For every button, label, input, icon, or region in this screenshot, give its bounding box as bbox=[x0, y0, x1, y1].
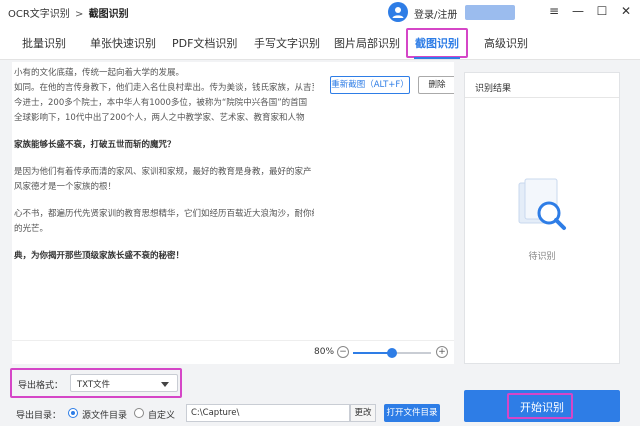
preview-image-text: 小有的文化底蕴，传统一起向着大学的发展。如同。在他的言传身教下，他们走入名仕良村… bbox=[14, 66, 314, 264]
radio-source-directory-label[interactable]: 源文件目录 bbox=[82, 408, 127, 421]
tab-advanced[interactable]: 高级识别 bbox=[484, 35, 528, 51]
tab-single-quick[interactable]: 单张快速识别 bbox=[90, 35, 156, 51]
tab-handwriting[interactable]: 手写文字识别 bbox=[254, 35, 320, 51]
active-tab-underline bbox=[414, 57, 460, 59]
preview-line: 全球影响下，10代中出了200个人，两人之中教学家、艺术家、教育家和人物 bbox=[14, 113, 305, 123]
mode-tabs: 批量识别 单张快速识别 PDF文档识别 手写文字识别 图片局部识别 截图识别 高… bbox=[0, 24, 640, 60]
main-area: 小有的文化底蕴，传统一起向着大学的发展。如同。在他的言传身教下，他们走入名仕良村… bbox=[0, 60, 640, 426]
radio-custom-directory-label[interactable]: 自定义 bbox=[148, 408, 175, 421]
export-path-input[interactable] bbox=[186, 404, 350, 422]
result-title: 识别结果 bbox=[475, 84, 512, 94]
zoom-bar: 80% − + bbox=[12, 340, 454, 364]
preview-line: 家族能够长盛不衰，打破五世而斩的魔咒？ bbox=[14, 140, 176, 150]
open-folder-button[interactable]: 打开文件目录 bbox=[384, 404, 440, 422]
result-status: 待识别 bbox=[528, 252, 556, 262]
preview-line: 是因为他们有着传承而清的家风、家训和家规，最好的教育是身教，最好的家产 bbox=[14, 167, 312, 177]
export-directory-label: 导出目录： bbox=[16, 411, 62, 421]
title-bar: OCR文字识别 > 截图识别 登录/注册 ≡ — ☐ ✕ bbox=[0, 0, 640, 24]
login-register-link[interactable]: 登录/注册 bbox=[414, 6, 457, 21]
breadcrumb-separator: > bbox=[75, 9, 84, 20]
app-title: OCR文字识别 bbox=[8, 9, 70, 20]
export-directory-row: 导出目录： 源文件目录 自定义 更改 打开文件目录 bbox=[16, 404, 446, 422]
preview-line: 风家德才是一个家族的根！ bbox=[14, 182, 117, 192]
tab-pdf[interactable]: PDF文档识别 bbox=[172, 35, 237, 51]
radio-source-directory[interactable] bbox=[68, 408, 78, 418]
vip-badge[interactable] bbox=[465, 5, 515, 20]
menu-icon[interactable]: ≡ bbox=[546, 3, 562, 19]
delete-button[interactable]: 删除 bbox=[418, 76, 454, 94]
tab-image-region[interactable]: 图片局部识别 bbox=[334, 35, 400, 51]
preview-line: 心不书，都遍历代先贤家训的教育思想精华，它们如经历百载近大浪淘沙，耐你终 bbox=[14, 209, 314, 219]
tab-highlight-box bbox=[406, 28, 468, 58]
result-panel: 识别结果 待识别 bbox=[464, 72, 620, 364]
preview-line: 今进士，200多个院士，本中华人有1000多位，被称为“院院中兴各国”的首国 bbox=[14, 98, 308, 108]
change-directory-button[interactable]: 更改 bbox=[350, 404, 376, 422]
preview-line-gap bbox=[14, 153, 314, 165]
export-format-select[interactable]: TXT文件 bbox=[70, 374, 178, 392]
zoom-out-icon[interactable]: − bbox=[337, 346, 349, 358]
preview-line: 小有的文化底蕴，传统一起向着大学的发展。 bbox=[14, 68, 185, 78]
zoom-percent: 80% bbox=[314, 347, 335, 357]
maximize-icon[interactable]: ☐ bbox=[594, 3, 610, 19]
export-format-value: TXT文件 bbox=[77, 380, 111, 390]
user-avatar-icon[interactable] bbox=[388, 2, 408, 22]
minimize-icon[interactable]: — bbox=[570, 3, 586, 19]
export-format-row: 导出格式： TXT文件 bbox=[10, 368, 182, 398]
zoom-in-icon[interactable]: + bbox=[436, 346, 448, 358]
preview-line-gap bbox=[14, 126, 314, 138]
close-icon[interactable]: ✕ bbox=[618, 3, 634, 19]
export-format-label: 导出格式： bbox=[18, 381, 64, 391]
radio-custom-directory[interactable] bbox=[134, 408, 144, 418]
result-divider bbox=[465, 97, 619, 98]
breadcrumb: OCR文字识别 > 截图识别 bbox=[8, 5, 129, 20]
preview-line: 典，为你揭开那些顶级家族长盛不衰的秘密！ bbox=[14, 251, 185, 261]
preview-line-gap bbox=[14, 195, 314, 207]
tab-batch[interactable]: 批量识别 bbox=[22, 35, 66, 51]
chevron-down-icon bbox=[161, 382, 169, 387]
zoom-slider-thumb[interactable] bbox=[387, 348, 397, 358]
window-controls: ≡ — ☐ ✕ bbox=[546, 3, 634, 19]
preview-line: 如同。在他的言传身教下，他们走入名仕良村辈出。传为美谈，钱氏家族，从吉至 bbox=[14, 83, 314, 93]
preview-line-gap bbox=[14, 237, 314, 249]
document-search-icon bbox=[513, 177, 573, 237]
screenshot-preview[interactable]: 小有的文化底蕴，传统一起向着大学的发展。如同。在他的言传身教下，他们走入名仕良村… bbox=[12, 62, 454, 364]
start-button-highlight-box bbox=[507, 393, 573, 419]
preview-line: 的光芒。 bbox=[14, 224, 49, 234]
rescreen-button[interactable]: 重新截图（ALT+F） bbox=[330, 76, 410, 94]
breadcrumb-current: 截图识别 bbox=[88, 9, 129, 20]
